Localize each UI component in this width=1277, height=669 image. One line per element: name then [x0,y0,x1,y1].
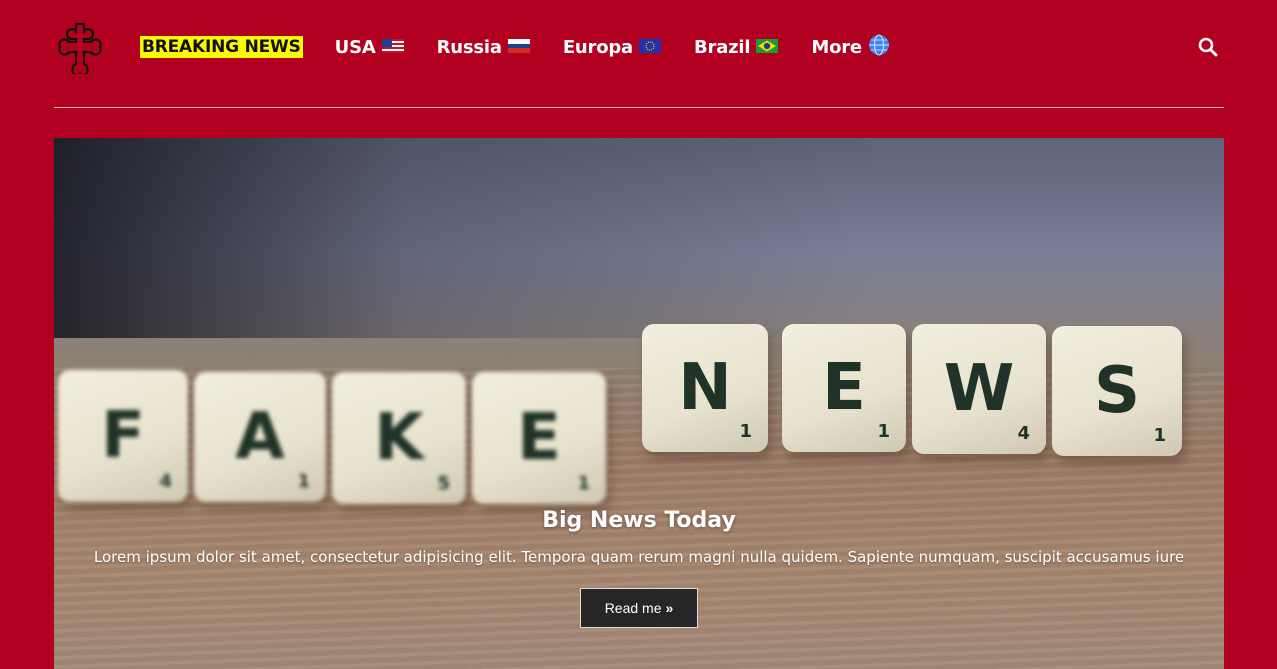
scrabble-tile: E 1 [472,372,606,504]
nav-item-brazil[interactable]: Brazil [694,36,779,58]
eu-flag-icon [639,37,661,58]
scrabble-tile: A 1 [194,372,326,502]
nav-item-label: Russia [436,36,502,58]
double-chevron-right-icon: » [665,600,674,616]
hero-banner: F 4 A 1 K 5 E 1 N 1 E 1 W 4 S 1 Big News… [54,138,1224,669]
globe-icon [868,34,890,61]
breaking-news-label: BREAKING NEWS [140,36,303,58]
nav-item-europa[interactable]: Europa [563,37,661,58]
scrabble-tile: W 4 [912,324,1046,454]
scrabble-tile: K 5 [332,372,466,504]
scrabble-tile: E 1 [782,324,906,452]
hero-background-shade [54,138,1224,338]
scrabble-tile: S 1 [1052,326,1182,456]
nav-item-label: Brazil [694,36,751,58]
scrabble-tile: N 1 [642,324,768,452]
read-me-label: Read me [604,600,662,616]
nav-item-breaking-news[interactable]: BREAKING NEWS [140,36,303,58]
cross-logo-icon[interactable] [58,22,102,74]
nav-item-usa[interactable]: USA [335,37,404,58]
search-icon[interactable] [1198,37,1218,57]
nav-item-russia[interactable]: Russia [437,37,530,58]
hero-description: Lorem ipsum dolor sit amet, consectetur … [93,548,1185,566]
nav-item-label: More [811,36,862,58]
top-navbar: BREAKING NEWS USA Russia Europa Brazil M… [54,0,1224,108]
nav-item-label: Europa [562,36,633,58]
hero-title: Big News Today [542,508,736,533]
brazil-flag-icon [756,37,779,58]
nav-item-label: USA [334,36,376,58]
nav-item-more[interactable]: More [811,34,890,61]
usa-flag-icon [381,37,404,58]
main-nav: BREAKING NEWS USA Russia Europa Brazil M… [140,34,923,60]
scrabble-tile: F 4 [58,370,188,502]
read-me-button[interactable]: Read me » [580,588,698,628]
russia-flag-icon [507,37,530,58]
